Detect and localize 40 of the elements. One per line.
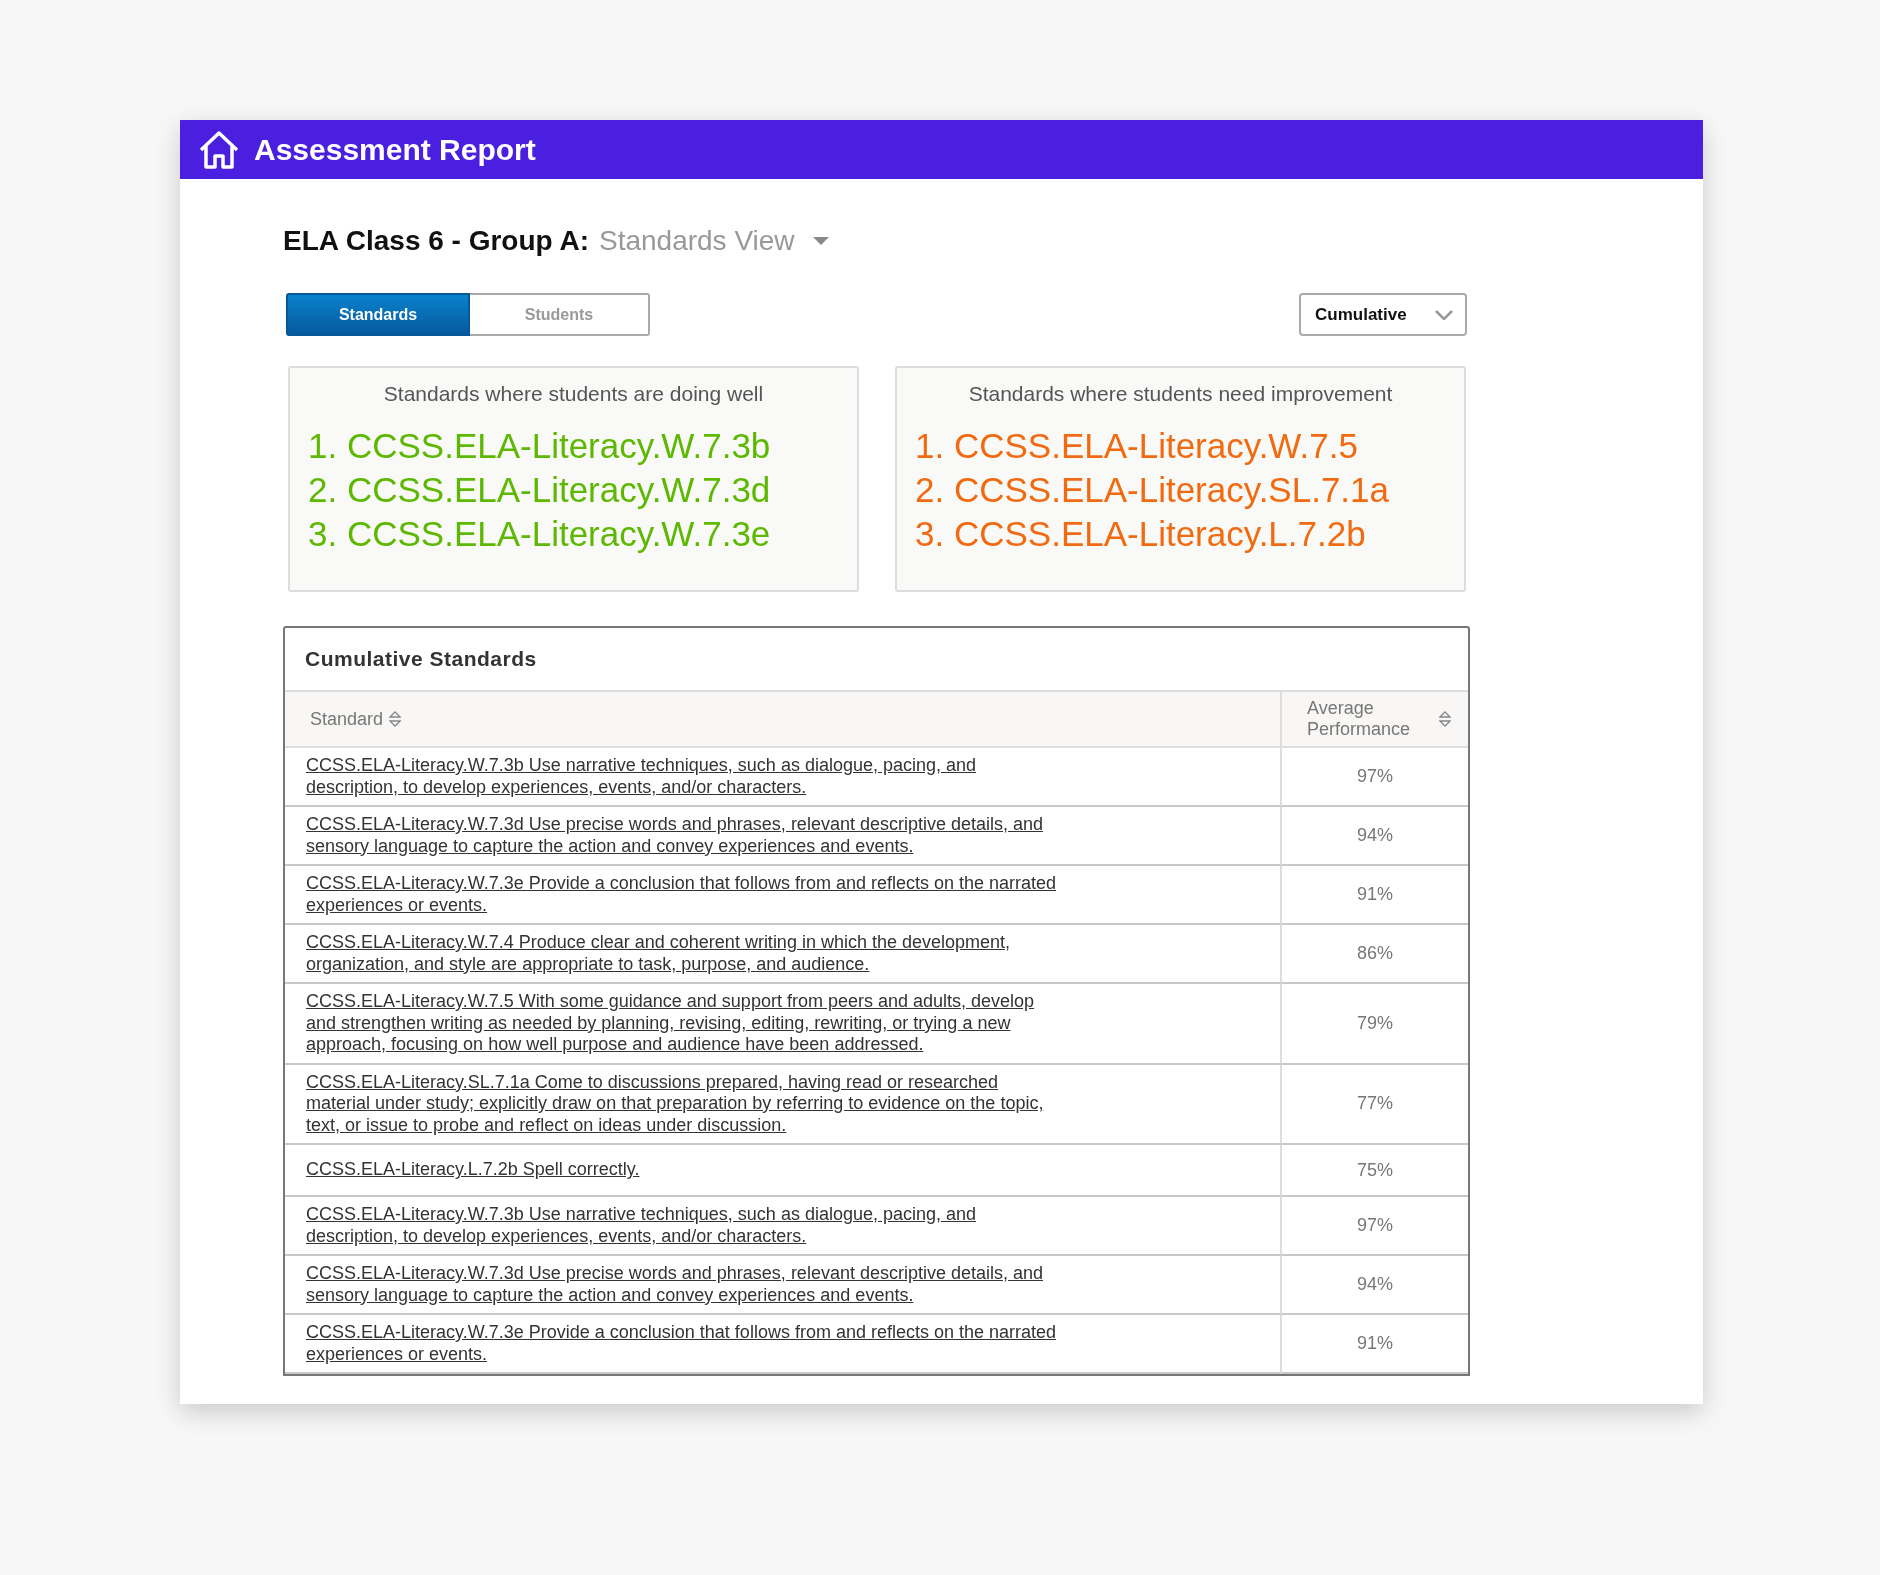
chevron-icon xyxy=(1435,309,1453,320)
panel-title: Standards where students are doing well xyxy=(382,382,765,406)
standard-item: 2. CCSS.ELA-Literacy.SL.7.1a xyxy=(915,469,1391,511)
table-cell: 91% xyxy=(1282,866,1468,925)
table-cell: 94% xyxy=(1282,1256,1468,1315)
standard-link[interactable]: CCSS.ELA-Literacy.W.7.5 With some guidance and support from peers and adults, develop and strengthen writing as needed by planning, revising, editing, rewriting, or trying a new approach, focusing on how well purpose and audience have been addressed. xyxy=(306,991,1066,1056)
standard-link[interactable]: CCSS.ELA-Literacy.W.7.3d Use precise words and phrases, relevant descriptive details, and sensory language to capture the action and convey experiences and events. xyxy=(306,814,1066,857)
table-cell: 97% xyxy=(1282,748,1468,807)
table-cell: 86% xyxy=(1282,925,1468,984)
table-cell: 77% xyxy=(1282,1064,1468,1145)
view-tab[interactable]: Standards xyxy=(286,293,470,336)
panel-title: Standards where students need improvement xyxy=(967,382,1394,406)
period-dropdown[interactable]: Cumulative xyxy=(1299,293,1467,336)
class-title: ELA Class 6 - Group A: xyxy=(283,225,589,257)
caret-icon[interactable] xyxy=(812,237,829,245)
table-cell: 79% xyxy=(1282,984,1468,1065)
standard-item: 1. CCSS.ELA-Literacy.W.7.5 xyxy=(915,425,1359,467)
standard-link[interactable]: CCSS.ELA-Literacy.W.7.4 Produce clear and coherent writing in which the development, organization, and style are appropriate to task, purpose, and audience. xyxy=(306,932,1066,975)
column-header[interactable]: Average Performance xyxy=(1282,692,1468,748)
table-cell: 75% xyxy=(1282,1145,1468,1197)
sort-icon[interactable] xyxy=(1439,710,1451,728)
standard-link[interactable]: CCSS.ELA-Literacy.W.7.3d Use precise words and phrases, relevant descriptive details, and sensory language to capture the action and convey experiences and events. xyxy=(306,1263,1066,1306)
standard-link[interactable]: CCSS.ELA-Literacy.W.7.3e Provide a conclusion that follows from and reflects on the narrated experiences or events. xyxy=(306,1322,1066,1365)
standard-item: 3. CCSS.ELA-Literacy.L.7.2b xyxy=(915,513,1367,555)
column-header[interactable]: Standard xyxy=(285,692,1282,748)
standard-item: 1. CCSS.ELA-Literacy.W.7.3b xyxy=(308,425,772,467)
standard-link[interactable]: CCSS.ELA-Literacy.W.7.3b Use narrative techniques, such as dialogue, pacing, and description, to develop experiences, events, and/or characters. xyxy=(306,1204,1066,1247)
standard-item: 2. CCSS.ELA-Literacy.W.7.3d xyxy=(308,469,772,511)
table-cell: 94% xyxy=(1282,807,1468,866)
table-cell: 97% xyxy=(1282,1197,1468,1256)
table-title: Cumulative Standards xyxy=(305,647,537,671)
standard-link[interactable]: CCSS.ELA-Literacy.SL.7.1a Come to discussions prepared, having read or researched material under study; explicitly draw on that preparation by referring to evidence on the topic, text, or issue to probe and reflect on ideas under discussion. xyxy=(306,1071,1066,1136)
standard-link[interactable]: CCSS.ELA-Literacy.L.7.2b Spell correctly. xyxy=(306,1159,640,1181)
home-icon[interactable] xyxy=(198,129,240,170)
standard-link[interactable]: CCSS.ELA-Literacy.W.7.3b Use narrative techniques, such as dialogue, pacing, and description, to develop experiences, events, and/or characters. xyxy=(306,755,1066,798)
standard-item: 3. CCSS.ELA-Literacy.W.7.3e xyxy=(308,513,772,555)
sort-icon[interactable] xyxy=(389,710,402,728)
table-cell: 91% xyxy=(1282,1315,1468,1374)
standard-link[interactable]: CCSS.ELA-Literacy.W.7.3e Provide a conclusion that follows from and reflects on the narrated experiences or events. xyxy=(306,873,1066,916)
app-title: Assessment Report xyxy=(254,132,536,167)
